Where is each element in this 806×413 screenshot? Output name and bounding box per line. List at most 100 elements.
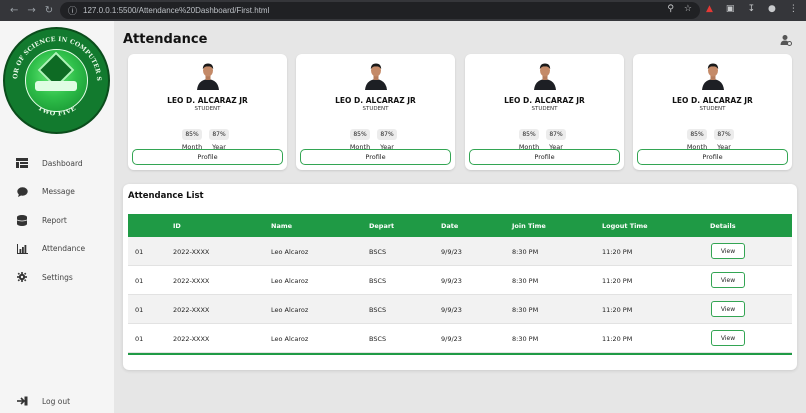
sidebar-item-dashboard[interactable]: Dashboard bbox=[0, 149, 114, 178]
student-card: LEO D. ALCARAZ JR STUDENT 85% Month 87% … bbox=[633, 54, 792, 170]
kebab-menu-icon[interactable]: ⋮ bbox=[789, 4, 798, 14]
profile-button[interactable]: Profile bbox=[132, 149, 283, 165]
cell-date: 9/9/23 bbox=[441, 335, 462, 343]
month-value: 85% bbox=[182, 129, 202, 140]
column-header-join-time: Join Time bbox=[512, 222, 546, 230]
cell-id: 2022-XXXX bbox=[173, 306, 210, 314]
view-button[interactable]: View bbox=[711, 243, 745, 259]
sidebar-item-label: Attendance bbox=[42, 244, 86, 254]
chart-icon bbox=[16, 243, 28, 254]
cell-no: 01 bbox=[135, 277, 144, 285]
cell-depart: BSCS bbox=[369, 335, 387, 343]
year-stat: 87% Year bbox=[204, 121, 234, 151]
message-icon bbox=[16, 187, 28, 197]
cell-logout-time: 11:20 PM bbox=[602, 335, 633, 343]
year-value: 87% bbox=[546, 129, 566, 140]
month-stat: 85% Month bbox=[345, 121, 375, 151]
cell-no: 01 bbox=[135, 335, 144, 343]
database-icon bbox=[16, 214, 28, 226]
attendance-list-panel: Attendance List ID Name Depart Date Join… bbox=[123, 184, 797, 370]
sidebar-item-message[interactable]: Message bbox=[0, 178, 114, 207]
profile-icon[interactable]: ● bbox=[768, 4, 776, 14]
cell-logout-time: 11:20 PM bbox=[602, 277, 633, 285]
sidebar-item-label: Report bbox=[42, 215, 67, 225]
table-body: 01 2022-XXXX Leo Alcaroz BSCS 9/9/23 8:3… bbox=[128, 237, 792, 353]
student-card: LEO D. ALCARAZ JR STUDENT 85% Month 87% … bbox=[296, 54, 455, 170]
cell-no: 01 bbox=[135, 306, 144, 314]
back-icon[interactable]: ← bbox=[10, 5, 18, 16]
extensions-puzzle-icon[interactable]: ▣ bbox=[726, 4, 735, 14]
student-name: LEO D. ALCARAZ JR bbox=[504, 96, 585, 105]
student-role: STUDENT bbox=[362, 106, 389, 112]
download-icon[interactable]: ↧ bbox=[747, 4, 755, 14]
sidebar-item-attendance[interactable]: Attendance bbox=[0, 235, 114, 264]
sidebar-item-settings[interactable]: Settings bbox=[0, 263, 114, 292]
month-stat: 85% Month bbox=[514, 121, 544, 151]
reload-icon[interactable]: ↻ bbox=[45, 5, 53, 16]
cell-name: Leo Alcaroz bbox=[271, 306, 309, 314]
cell-name: Leo Alcaroz bbox=[271, 248, 309, 256]
student-role: STUDENT bbox=[699, 106, 726, 112]
cell-logout-time: 11:20 PM bbox=[602, 248, 633, 256]
year-value: 87% bbox=[377, 129, 397, 140]
address-url[interactable]: 127.0.0.1:5500/Attendance%20Dashboard/Fi… bbox=[83, 6, 269, 15]
attendance-table: ID Name Depart Date Join Time Logout Tim… bbox=[128, 214, 792, 355]
table-row: 01 2022-XXXX Leo Alcaroz BSCS 9/9/23 8:3… bbox=[128, 266, 792, 295]
sidebar-item-report[interactable]: Report bbox=[0, 206, 114, 235]
logo-base-icon bbox=[35, 81, 77, 91]
year-stat: 87% Year bbox=[541, 121, 571, 151]
table-bottom-border bbox=[128, 353, 792, 355]
month-stat: 85% Month bbox=[682, 121, 712, 151]
logout-button[interactable]: Log out bbox=[16, 396, 70, 406]
page-title: Attendance bbox=[123, 32, 208, 47]
user-settings-icon[interactable] bbox=[780, 34, 792, 46]
table-row: 01 2022-XXXX Leo Alcaroz BSCS 9/9/23 8:3… bbox=[128, 295, 792, 324]
address-bar[interactable]: ⓘ 127.0.0.1:5500/Attendance%20Dashboard/… bbox=[60, 2, 700, 19]
gear-icon bbox=[16, 272, 28, 283]
month-value: 85% bbox=[350, 129, 370, 140]
column-header-details: Details bbox=[710, 222, 736, 230]
forward-icon[interactable]: → bbox=[27, 5, 35, 16]
year-value: 87% bbox=[714, 129, 734, 140]
student-name: LEO D. ALCARAZ JR bbox=[672, 96, 753, 105]
sidebar-item-label: Message bbox=[42, 187, 75, 197]
cell-id: 2022-XXXX bbox=[173, 335, 210, 343]
student-card: LEO D. ALCARAZ JR STUDENT 85% Month 87% … bbox=[128, 54, 287, 170]
student-avatar bbox=[700, 60, 726, 90]
student-name: LEO D. ALCARAZ JR bbox=[335, 96, 416, 105]
view-button[interactable]: View bbox=[711, 272, 745, 288]
column-header-name: Name bbox=[271, 222, 293, 230]
browser-nav: ← → ↻ bbox=[0, 5, 60, 16]
cell-join-time: 8:30 PM bbox=[512, 335, 539, 343]
column-header-date: Date bbox=[441, 222, 459, 230]
month-value: 85% bbox=[519, 129, 539, 140]
profile-button[interactable]: Profile bbox=[637, 149, 788, 165]
month-stat: 85% Month bbox=[177, 121, 207, 151]
profile-button[interactable]: Profile bbox=[300, 149, 451, 165]
view-button[interactable]: View bbox=[711, 301, 745, 317]
site-info-icon[interactable]: ⓘ bbox=[68, 4, 77, 17]
attendance-list-title: Attendance List bbox=[128, 191, 204, 201]
year-value: 87% bbox=[209, 129, 229, 140]
student-role: STUDENT bbox=[531, 106, 558, 112]
column-header-depart: Depart bbox=[369, 222, 395, 230]
pdf-extension-icon[interactable]: ▲ bbox=[706, 4, 713, 14]
cell-depart: BSCS bbox=[369, 248, 387, 256]
student-role: STUDENT bbox=[194, 106, 221, 112]
bookmark-star-icon[interactable]: ☆ bbox=[684, 4, 692, 14]
column-header-logout-time: Logout Time bbox=[602, 222, 648, 230]
table-row: 01 2022-XXXX Leo Alcaroz BSCS 9/9/23 8:3… bbox=[128, 237, 792, 266]
cell-date: 9/9/23 bbox=[441, 248, 462, 256]
student-avatar bbox=[532, 60, 558, 90]
sidebar-item-label: Dashboard bbox=[42, 158, 83, 168]
dashboard-icon bbox=[16, 158, 28, 169]
school-logo: BACHELOR OF SCIENCE IN COMPUTER SCIENCE … bbox=[3, 27, 110, 134]
cell-join-time: 8:30 PM bbox=[512, 277, 539, 285]
view-button[interactable]: View bbox=[711, 330, 745, 346]
cell-id: 2022-XXXX bbox=[173, 248, 210, 256]
year-stat: 87% Year bbox=[372, 121, 402, 151]
profile-button[interactable]: Profile bbox=[469, 149, 620, 165]
extensions-area: ▲ ▣ ↧ ● ⋮ bbox=[706, 4, 798, 14]
zoom-icon[interactable]: ⚲ bbox=[667, 4, 674, 14]
cell-join-time: 8:30 PM bbox=[512, 248, 539, 256]
